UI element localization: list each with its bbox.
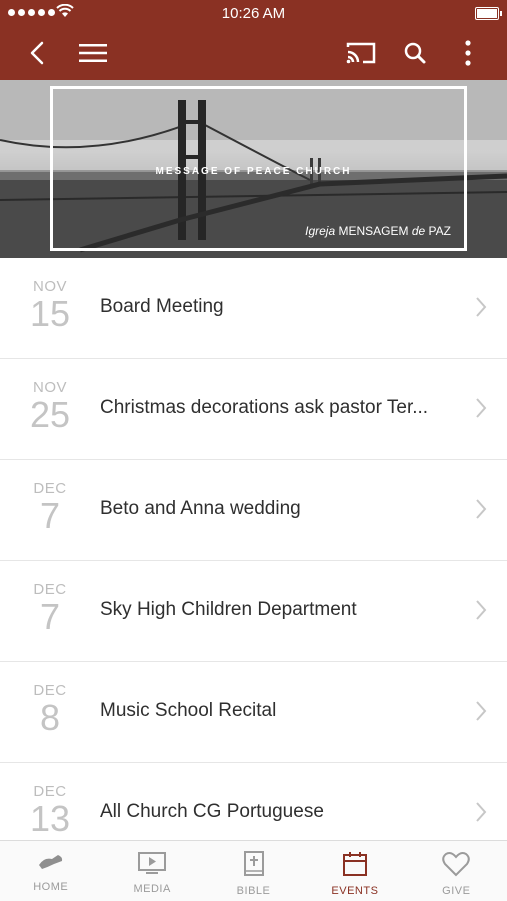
menu-icon	[79, 44, 107, 62]
more-icon	[465, 40, 471, 66]
tab-label: BIBLE	[236, 885, 271, 897]
chevron-right-icon	[476, 802, 487, 822]
event-date: NOV 25	[22, 379, 78, 434]
tab-label: GIVE	[442, 885, 471, 897]
tab-give[interactable]: GIVE	[406, 841, 507, 901]
media-icon	[138, 852, 167, 874]
event-day: 15	[29, 293, 71, 334]
event-day: 13	[29, 798, 71, 839]
tab-label: EVENTS	[331, 885, 379, 897]
cast-button[interactable]	[344, 36, 378, 70]
tab-label: MEDIA	[133, 883, 171, 895]
status-bar: 10:26 AM	[0, 0, 507, 26]
event-date: DEC 7	[22, 480, 78, 535]
event-title: All Church CG Portuguese	[100, 801, 324, 822]
church-banner: MESSAGE OF PEACE CHURCH Igreja MENSAGEM …	[0, 80, 507, 258]
bottom-tab-bar: HOME MEDIA BIBLE EVENTS GIVE	[0, 840, 507, 901]
event-row[interactable]: NOV 15 Board Meeting	[0, 258, 507, 359]
chevron-right-icon	[476, 701, 487, 721]
church-subtitle: Igreja MENSAGEM de PAZ	[305, 224, 451, 238]
event-row[interactable]: NOV 25 Christmas decorations ask pastor …	[0, 359, 507, 460]
event-title: Beto and Anna wedding	[100, 498, 301, 519]
events-list: NOV 15 Board Meeting NOV 25 Christmas de…	[0, 258, 507, 864]
event-day: 8	[39, 697, 61, 738]
tab-home[interactable]: HOME	[0, 841, 101, 901]
event-date: DEC 8	[22, 682, 78, 737]
event-title: Sky High Children Department	[100, 599, 357, 620]
event-day: 7	[39, 495, 61, 536]
event-date: DEC 7	[22, 581, 78, 636]
menu-button[interactable]	[76, 36, 110, 70]
event-row[interactable]: DEC 7 Beto and Anna wedding	[0, 460, 507, 561]
chevron-right-icon	[476, 398, 487, 418]
event-title: Music School Recital	[100, 700, 277, 721]
event-row[interactable]: DEC 8 Music School Recital	[0, 662, 507, 763]
event-date: NOV 15	[22, 278, 78, 333]
tab-label: HOME	[33, 881, 69, 893]
status-time: 10:26 AM	[221, 5, 286, 22]
tab-bible[interactable]: BIBLE	[203, 841, 304, 901]
battery-icon	[475, 7, 502, 20]
event-title: Christmas decorations ask pastor Ter...	[100, 397, 429, 418]
back-icon	[30, 41, 44, 65]
search-button[interactable]	[398, 36, 432, 70]
event-title: Board Meeting	[100, 296, 224, 317]
heart-icon	[442, 852, 471, 877]
chevron-right-icon	[476, 499, 487, 519]
chevron-right-icon	[476, 600, 487, 620]
tab-media[interactable]: MEDIA	[101, 841, 202, 901]
event-day: 7	[39, 596, 61, 637]
event-row[interactable]: DEC 7 Sky High Children Department	[0, 561, 507, 662]
church-name: MESSAGE OF PEACE CHURCH	[155, 166, 352, 177]
search-icon	[404, 42, 426, 64]
tab-events[interactable]: EVENTS	[304, 841, 405, 901]
chevron-right-icon	[476, 297, 487, 317]
event-date: DEC 13	[22, 783, 78, 838]
more-button[interactable]	[451, 36, 485, 70]
top-navbar	[0, 26, 507, 80]
back-button[interactable]	[20, 36, 54, 70]
calendar-icon	[342, 852, 367, 876]
home-icon	[38, 855, 62, 869]
cast-icon	[346, 42, 376, 64]
bible-icon	[243, 851, 264, 876]
event-day: 25	[29, 394, 71, 435]
